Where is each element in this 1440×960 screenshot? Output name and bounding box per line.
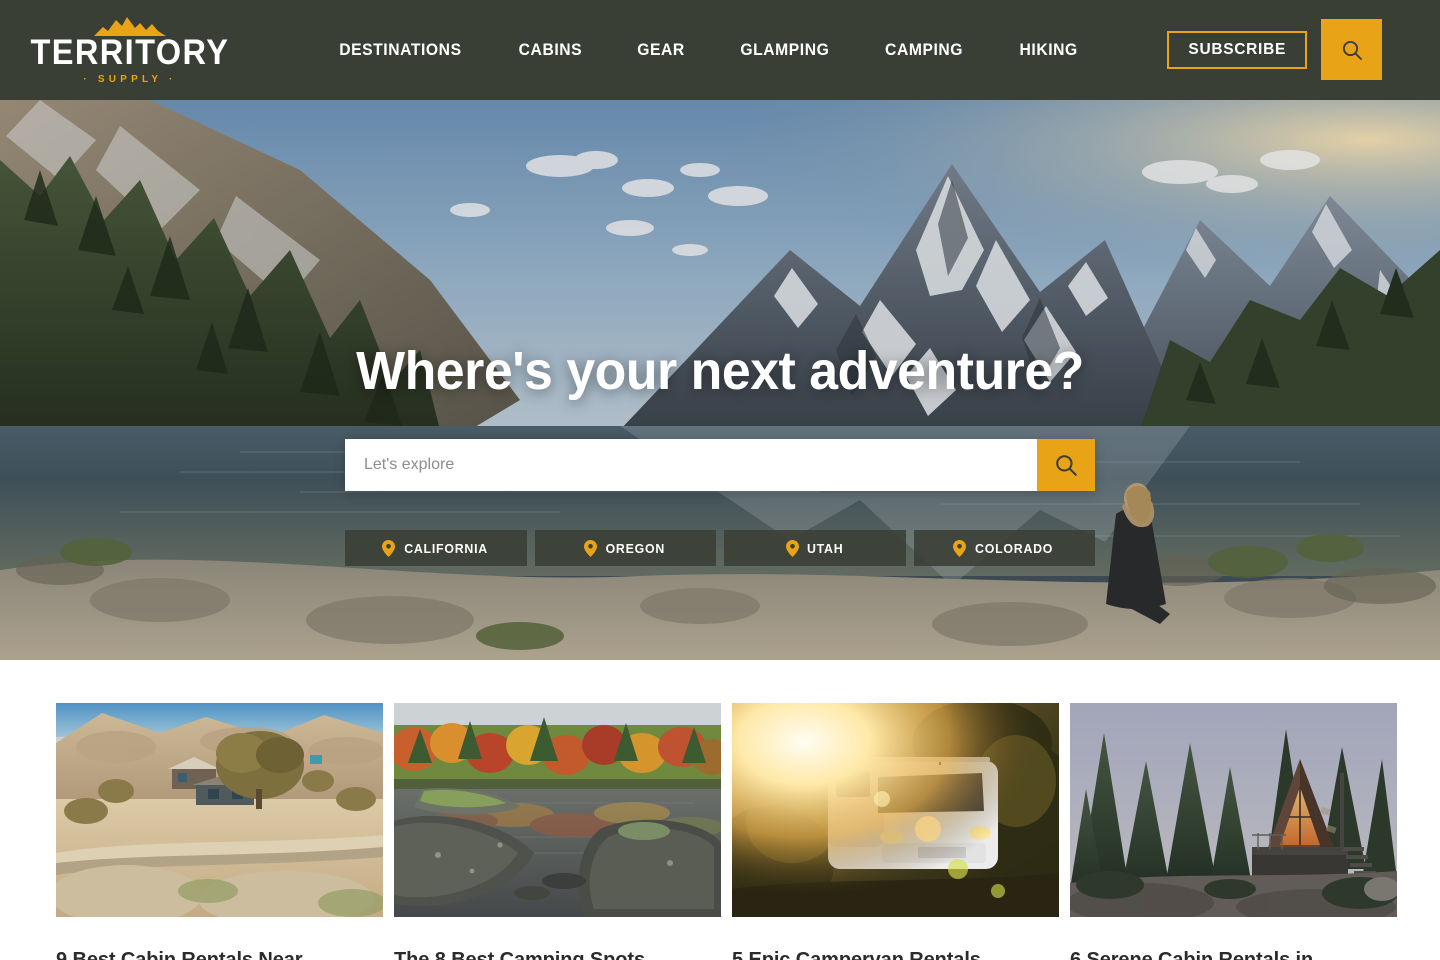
location-chips: CALIFORNIA OREGON UTAH COLORADO [345,530,1095,566]
location-chip-colorado[interactable]: COLORADO [913,530,1095,566]
site-header: TERRITORY · SUPPLY · DESTINATIONS CABINS… [0,0,1440,100]
logo-wordmark: TERRITORY [30,33,230,72]
article-card[interactable]: 5 Epic Campervan Rentals [732,703,1059,960]
article-title[interactable]: The 8 Best Camping Spots [394,947,721,960]
location-chip-utah[interactable]: UTAH [724,530,906,566]
article-card[interactable]: 6 Serene Cabin Rentals in [1070,703,1397,960]
search-icon [1056,455,1077,476]
nav-item-camping[interactable]: CAMPING [861,41,988,60]
map-pin-icon [953,539,967,557]
hero-search-input[interactable] [345,439,1037,491]
featured-articles-section: 9 Best Cabin Rentals Near The 8 Best Cam… [0,660,1440,960]
chip-label: UTAH [806,540,843,556]
nav-item-glamping[interactable]: GLAMPING [715,41,853,60]
article-title[interactable]: 5 Epic Campervan Rentals [732,947,1059,960]
article-thumbnail [394,703,721,917]
article-thumbnail [732,703,1059,917]
search-icon [1342,40,1362,60]
chip-label: CALIFORNIA [403,540,488,556]
main-navigation: DESTINATIONS CABINS GEAR GLAMPING CAMPIN… [310,0,1105,100]
nav-item-destinations[interactable]: DESTINATIONS [315,41,487,60]
article-title[interactable]: 9 Best Cabin Rentals Near [56,947,383,960]
article-card-row: 9 Best Cabin Rentals Near The 8 Best Cam… [0,703,1440,960]
hero-title: Where's your next adventure? [356,341,1084,401]
article-card[interactable]: The 8 Best Camping Spots [394,703,721,960]
logo-tagline: · SUPPLY · [83,74,177,85]
location-chip-oregon[interactable]: OREGON [534,530,716,566]
hero-search-submit-button[interactable] [1037,439,1095,491]
article-title[interactable]: 6 Serene Cabin Rentals in [1070,947,1397,960]
article-card[interactable]: 9 Best Cabin Rentals Near [56,703,383,960]
header-search-button[interactable] [1321,19,1382,80]
subscribe-button[interactable]: SUBSCRIBE [1167,31,1307,69]
map-pin-icon [381,539,395,557]
chip-label: OREGON [605,540,665,556]
nav-item-gear[interactable]: GEAR [612,41,709,60]
nav-item-hiking[interactable]: HIKING [994,41,1102,60]
chip-label: COLORADO [975,540,1054,556]
article-thumbnail [56,703,383,917]
site-logo[interactable]: TERRITORY · SUPPLY · [31,14,228,86]
map-pin-icon [785,539,799,557]
nav-item-cabins[interactable]: CABINS [494,41,607,60]
map-pin-icon [583,539,597,557]
hero-search-bar [345,439,1095,491]
location-chip-california[interactable]: CALIFORNIA [345,530,527,566]
hero-section: Where's your next adventure? CALIFORNIA [0,100,1440,660]
article-thumbnail [1070,703,1397,917]
